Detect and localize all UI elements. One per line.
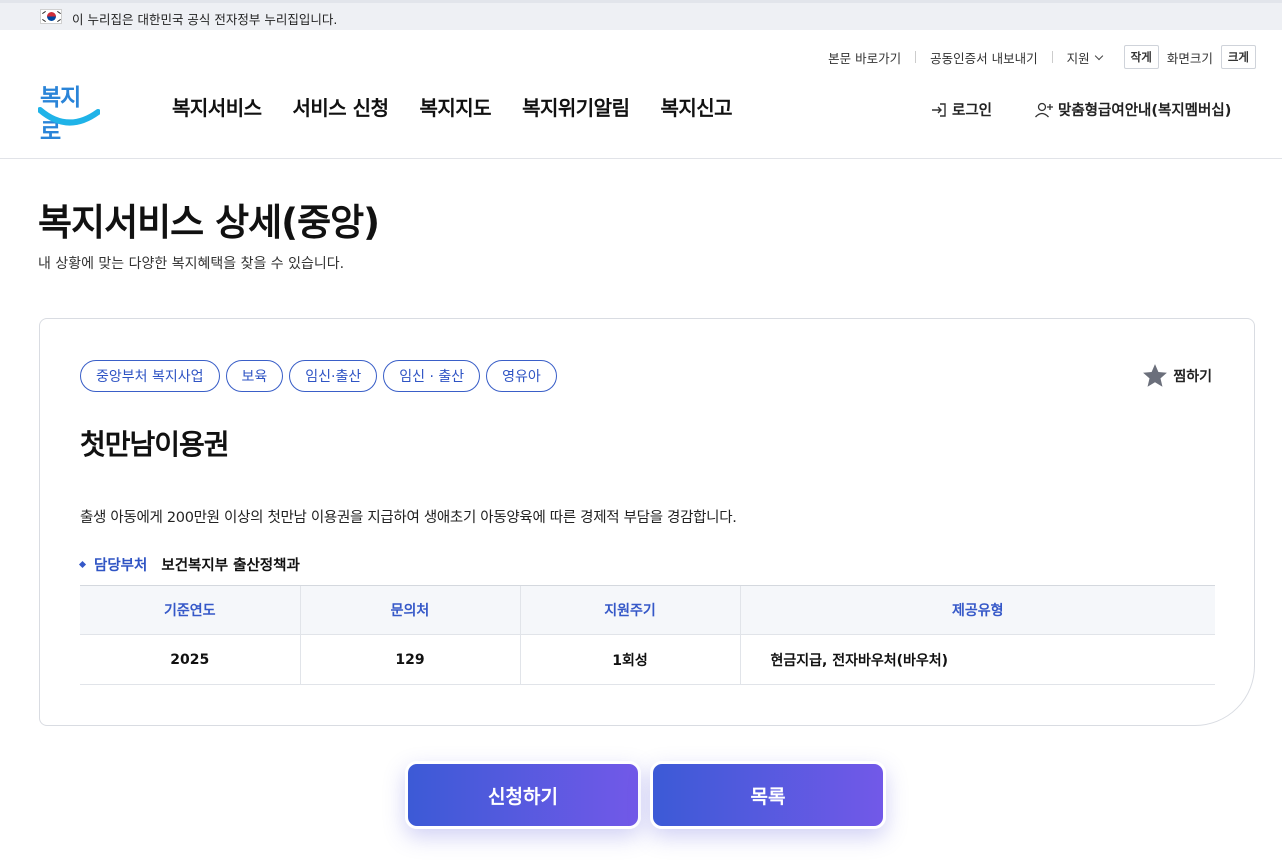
table-header-row: 기준연도 문의처 지원주기 제공유형 bbox=[80, 585, 1215, 635]
table-cell-provision-type: 현금지급, 전자바우처(바우처) bbox=[739, 634, 1215, 685]
main-navigation: 복지서비스 서비스 신청 복지지도 복지위기알림 복지신고 bbox=[172, 92, 733, 121]
page-title: 복지서비스 상세(중앙) bbox=[38, 201, 380, 244]
service-description: 출생 아동에게 200만원 이상의 첫만남 이용권을 지급하여 생애초기 아동양… bbox=[80, 510, 737, 526]
bokjiro-logo[interactable]: 복지로 bbox=[38, 78, 100, 145]
header-divider bbox=[0, 158, 1282, 159]
gov-banner-text: 이 누리집은 대한민국 공식 전자정부 누리집입니다. bbox=[72, 12, 338, 27]
column-header: 지원주기 bbox=[519, 585, 740, 635]
user-add-icon bbox=[1035, 102, 1053, 117]
cert-export-link[interactable]: 공동인증서 내보내기 bbox=[916, 48, 1051, 67]
tag[interactable]: 보육 bbox=[225, 360, 284, 392]
login-link[interactable]: 로그인 bbox=[930, 99, 992, 120]
service-title: 첫만남이용권 bbox=[80, 428, 230, 461]
skip-to-content-link[interactable]: 본문 바로가기 bbox=[814, 48, 915, 67]
department-info: 담당부처 보건복지부 출산정책과 bbox=[78, 554, 300, 575]
logo-smile-icon bbox=[38, 107, 100, 126]
column-header: 기준연도 bbox=[80, 585, 300, 635]
korea-flag-icon bbox=[40, 9, 62, 24]
bookmark-button[interactable]: 찜하기 bbox=[1141, 360, 1212, 392]
support-dropdown[interactable]: 지원 bbox=[1053, 48, 1116, 67]
membership-link[interactable]: 맞춤형급여안내(복지멤버십) bbox=[1034, 99, 1231, 120]
nav-service-apply[interactable]: 서비스 신청 bbox=[293, 92, 389, 121]
login-label: 로그인 bbox=[952, 103, 993, 119]
department-value: 보건복지부 출산정책과 bbox=[161, 558, 300, 574]
nav-welfare-report[interactable]: 복지신고 bbox=[660, 92, 732, 121]
nav-crisis-alert[interactable]: 복지위기알림 bbox=[522, 92, 630, 121]
list-button[interactable]: 목록 bbox=[650, 761, 886, 829]
tag[interactable]: 영유아 bbox=[486, 360, 557, 392]
department-label: 담당부처 bbox=[94, 558, 148, 574]
table-cell-contact: 129 bbox=[299, 634, 520, 685]
chevron-down-icon bbox=[1094, 51, 1103, 60]
tag-list: 중앙부처 복지사업 보육 임신·출산 임신 · 출산 영유아 bbox=[80, 360, 557, 392]
tag[interactable]: 중앙부처 복지사업 bbox=[80, 360, 220, 392]
nav-welfare-service[interactable]: 복지서비스 bbox=[172, 92, 262, 121]
font-size-label: 화면크기 bbox=[1166, 50, 1213, 66]
font-small-button[interactable]: 작게 bbox=[1123, 45, 1159, 69]
column-header: 제공유형 bbox=[739, 585, 1215, 635]
star-icon bbox=[1143, 364, 1168, 387]
service-detail-card: 중앙부처 복지사업 보육 임신·출산 임신 · 출산 영유아 찜하기 첫만남이용… bbox=[39, 318, 1255, 726]
utility-bar: 본문 바로가기 공동인증서 내보내기 지원 작게 화면크기 크게 bbox=[814, 45, 1256, 69]
login-icon bbox=[932, 102, 946, 117]
font-large-button[interactable]: 크게 bbox=[1220, 45, 1256, 69]
nav-welfare-map[interactable]: 복지지도 bbox=[419, 92, 491, 121]
bookmark-label: 찜하기 bbox=[1173, 369, 1212, 385]
support-label: 지원 bbox=[1066, 50, 1090, 66]
tag[interactable]: 임신·출산 bbox=[289, 360, 378, 392]
gov-banner: 이 누리집은 대한민국 공식 전자정부 누리집입니다. bbox=[0, 0, 1282, 30]
tag[interactable]: 임신 · 출산 bbox=[383, 360, 481, 392]
service-info-table: 기준연도 문의처 지원주기 제공유형 2025 129 1회성 현금지급, 전자… bbox=[80, 585, 1215, 685]
column-header: 문의처 bbox=[299, 585, 520, 635]
apply-button[interactable]: 신청하기 bbox=[405, 761, 641, 829]
page-description: 내 상황에 맞는 다양한 복지혜택을 찾을 수 있습니다. bbox=[38, 256, 345, 272]
diamond-bullet-icon bbox=[78, 560, 87, 569]
table-cell-year: 2025 bbox=[80, 634, 300, 685]
table-cell-cycle: 1회성 bbox=[519, 634, 740, 685]
table-row: 2025 129 1회성 현금지급, 전자바우처(바우처) bbox=[80, 634, 1215, 685]
membership-label: 맞춤형급여안내(복지멤버십) bbox=[1058, 103, 1232, 119]
